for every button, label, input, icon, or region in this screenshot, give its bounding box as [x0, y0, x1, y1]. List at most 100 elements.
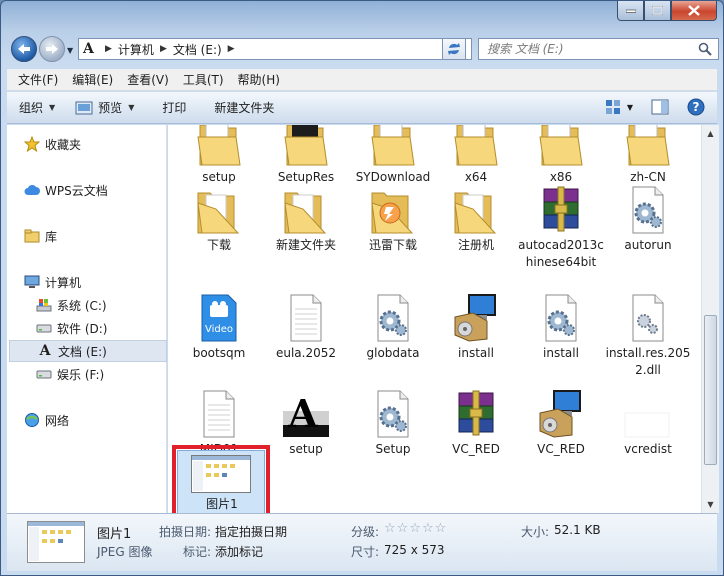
file-item[interactable]: 注册机	[431, 183, 521, 254]
view-dropdown-icon[interactable]: ▼	[627, 103, 633, 112]
search-input[interactable]	[487, 42, 687, 56]
nav-wps-cloud[interactable]: WPS云文档	[23, 179, 181, 201]
file-item[interactable]: SetupRes	[261, 125, 351, 186]
file-item-label: autorun	[624, 238, 672, 252]
details-size-label: 大小:	[521, 525, 550, 539]
file-item[interactable]: VC_RED	[516, 387, 606, 458]
breadcrumb-arrow-icon[interactable]: ▶	[228, 44, 235, 54]
file-item[interactable]: 迅雷下载	[348, 183, 438, 254]
details-tags-value[interactable]: 添加标记	[215, 543, 263, 560]
file-item-label: VC_RED	[452, 442, 500, 456]
file-item-label: setup	[289, 442, 323, 456]
winrar-archive-icon	[458, 390, 494, 436]
file-item[interactable]: SYDownload	[348, 125, 438, 186]
search-box[interactable]	[478, 38, 719, 60]
computer-icon	[24, 275, 40, 288]
print-button[interactable]: 打印	[162, 99, 186, 116]
new-folder-label: 新建文件夹	[214, 101, 275, 115]
window-controls	[617, 1, 717, 21]
preview-label: 预览	[98, 101, 123, 115]
vertical-scrollbar[interactable]: ▲ ▼	[701, 125, 719, 513]
file-item[interactable]: Video bootsqm	[174, 291, 264, 362]
installer-icon	[539, 390, 581, 438]
breadcrumb-arrow-icon[interactable]: ▶	[105, 44, 112, 54]
file-item[interactable]: x86	[516, 125, 606, 186]
file-item[interactable]: setup	[174, 125, 264, 186]
scroll-down-icon[interactable]: ▼	[702, 496, 719, 513]
nav-network[interactable]: 网络	[23, 409, 181, 431]
file-item[interactable]: VC_RED	[431, 387, 521, 458]
chevron-down-icon: ▼	[49, 103, 56, 112]
menu-tools[interactable]: 工具(T)	[178, 71, 229, 88]
minimize-button[interactable]	[617, 1, 644, 21]
file-item[interactable]: autorun	[603, 183, 693, 254]
breadcrumb-drive-e[interactable]: 文档 (E:)	[173, 41, 222, 58]
file-item[interactable]: Asetup	[261, 387, 351, 458]
file-item[interactable]: install	[516, 291, 606, 362]
navigation-pane: 收藏夹 WPS云文档 库 计算机 系统 (C:) 软件 (D:) A 文档 (E…	[7, 125, 167, 513]
file-item[interactable]: install	[431, 291, 521, 362]
file-item-label: bootsqm	[192, 346, 246, 360]
file-item[interactable]: install.res.2052.dll	[603, 291, 693, 379]
maximize-icon	[652, 6, 663, 15]
file-item-label: 下载	[206, 238, 231, 252]
organize-button[interactable]: 组织 ▼	[19, 99, 55, 116]
view-controls: ▼ ?	[605, 98, 705, 116]
search-icon[interactable]	[698, 42, 712, 56]
scroll-thumb[interactable]	[704, 315, 717, 465]
nav-computer[interactable]: 计算机	[23, 271, 181, 293]
maximize-button[interactable]	[644, 1, 671, 21]
nav-library[interactable]: 库	[23, 225, 181, 247]
refresh-button[interactable]	[442, 38, 466, 60]
file-item[interactable]: zh-CN	[603, 125, 693, 186]
nav-drive-e[interactable]: A 文档 (E:)	[9, 340, 167, 362]
file-item[interactable]: vcredist	[603, 387, 693, 458]
help-icon[interactable]: ?	[687, 98, 705, 116]
preview-pane-icon[interactable]	[651, 99, 669, 115]
menu-edit[interactable]: 编辑(E)	[67, 71, 118, 88]
file-item[interactable]: autocad2013chinese64bit	[516, 183, 606, 271]
settings-file-icon	[545, 294, 577, 342]
details-dims-label: 尺寸:	[351, 545, 380, 559]
svg-text:A: A	[287, 391, 318, 436]
folder-icon	[197, 192, 240, 234]
folder-icon	[454, 192, 497, 234]
file-item[interactable]: Setup	[348, 387, 438, 458]
folder-icon	[371, 125, 415, 166]
file-item-label: globdata	[366, 346, 420, 360]
back-button[interactable]	[11, 36, 37, 62]
details-rating-label: 分级:	[351, 525, 380, 539]
address-bar[interactable]: A ▶ 计算机 ▶ 文档 (E:) ▶ ▼	[78, 38, 472, 60]
chevron-down-icon: ▼	[128, 103, 135, 112]
details-size-value: 52.1 KB	[554, 523, 601, 537]
details-date-value[interactable]: 指定拍摄日期	[215, 523, 287, 540]
file-item[interactable]: 新建文件夹	[261, 183, 351, 254]
file-item[interactable]: globdata	[348, 291, 438, 362]
command-bar: 组织 ▼ 预览 ▼ 打印 新建文件夹 ▼ ?	[7, 92, 717, 124]
rating-stars[interactable]: ☆☆☆☆☆	[384, 521, 447, 536]
file-item-label: install.res.2052.dll	[605, 346, 691, 377]
breadcrumb-arrow-icon[interactable]: ▶	[160, 44, 167, 54]
close-button[interactable]	[671, 1, 717, 21]
nav-favorites[interactable]: 收藏夹	[23, 133, 181, 155]
file-item[interactable]: x64	[431, 125, 521, 186]
view-options-icon[interactable]	[605, 99, 621, 115]
new-folder-button[interactable]: 新建文件夹	[214, 99, 274, 116]
menu-view[interactable]: 查看(V)	[122, 71, 174, 88]
file-item-label: eula.2052	[275, 346, 337, 360]
scroll-up-icon[interactable]: ▲	[702, 125, 719, 142]
star-icon	[24, 136, 40, 152]
file-item[interactable]: 下载	[174, 183, 264, 254]
menu-file[interactable]: 文件(F)	[13, 71, 63, 88]
forward-button[interactable]	[39, 36, 65, 62]
file-item[interactable]: eula.2052	[261, 291, 351, 362]
nav-drive-f-label: 娱乐 (F:)	[57, 367, 105, 382]
recent-pages-chevron-icon[interactable]: ▼	[67, 46, 73, 55]
nav-favorites-label: 收藏夹	[45, 137, 82, 152]
menu-help[interactable]: 帮助(H)	[233, 71, 285, 88]
details-date-label: 拍摄日期:	[159, 525, 212, 539]
preview-button[interactable]: 预览 ▼	[75, 99, 134, 116]
folder-icon	[197, 125, 241, 166]
breadcrumb-computer[interactable]: 计算机	[118, 41, 154, 58]
nav-network-label: 网络	[45, 413, 70, 428]
